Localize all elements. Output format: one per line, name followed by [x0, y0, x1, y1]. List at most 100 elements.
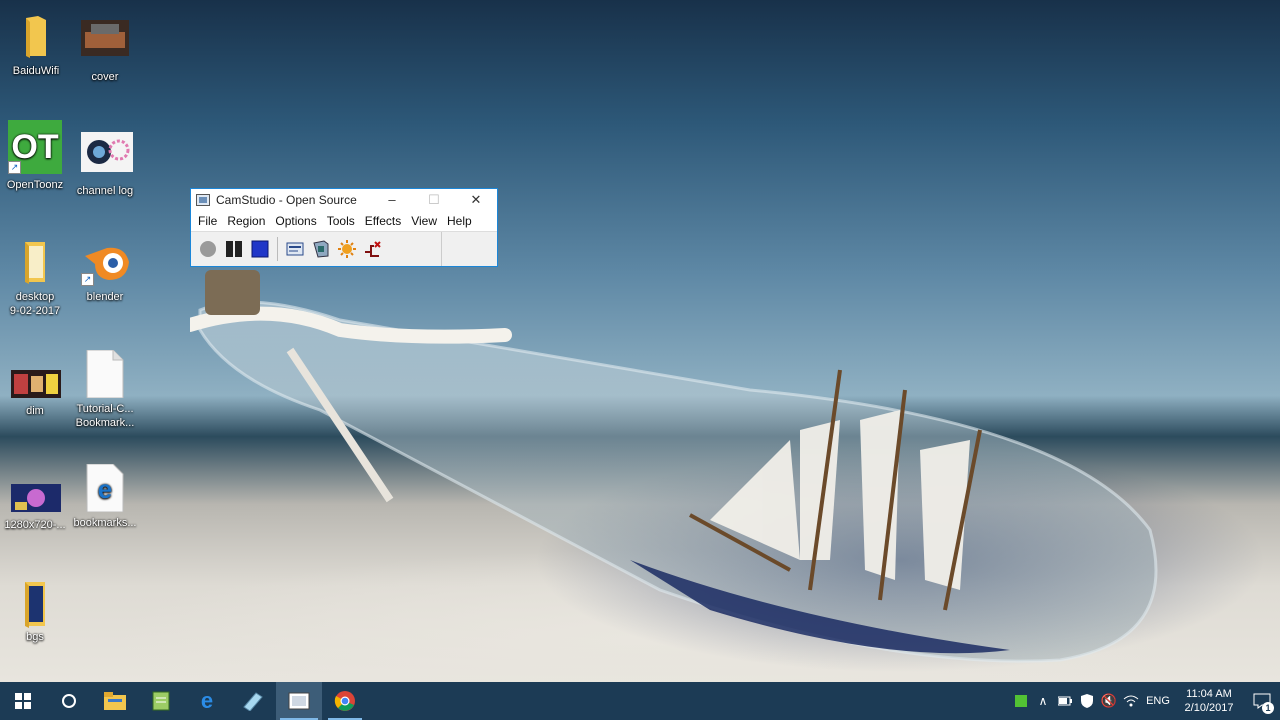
edge-browser-icon: e: [201, 690, 213, 712]
annotation-button[interactable]: [310, 238, 332, 260]
taskbar-file-explorer[interactable]: [92, 682, 138, 720]
opentoonz-icon: OT ↗: [8, 120, 62, 174]
menu-bar: File Region Options Tools Effects View H…: [191, 211, 497, 231]
image-thumbnail-icon: [81, 132, 133, 180]
desktop-icon-label: bgs: [26, 631, 44, 643]
taskbar-edge[interactable]: e: [184, 682, 230, 720]
taskbar-notepad[interactable]: [138, 682, 184, 720]
file-explorer-icon: [104, 692, 126, 710]
desktop-icon-channel-log[interactable]: channel log: [69, 132, 141, 198]
annotation-icon: [313, 240, 329, 258]
maximize-button[interactable]: ☐: [413, 189, 455, 211]
taskbar-chrome[interactable]: [322, 682, 368, 720]
menu-effects[interactable]: Effects: [360, 214, 406, 228]
taskbar: e ∧ 🔇 ENG 11:04 AM 2/10/2017 1: [0, 682, 1280, 720]
desktop-icon-dim[interactable]: dim: [0, 370, 71, 418]
menu-help[interactable]: Help: [442, 214, 477, 228]
chrome-icon: [334, 691, 355, 711]
desktop-icon-label: desktop 9-02-2017: [9, 291, 61, 317]
notification-count-badge: 1: [1262, 702, 1274, 714]
desktop-icon-label: channel log: [76, 185, 134, 197]
tray-network[interactable]: [1120, 682, 1142, 720]
desktop-icon-label: 1280x720-...: [4, 519, 66, 531]
tray-app-icon[interactable]: [1010, 682, 1032, 720]
region-select-button[interactable]: [284, 238, 306, 260]
image-thumbnail-icon: [81, 18, 129, 66]
menu-file[interactable]: File: [193, 214, 222, 228]
desktop-icon-bgs[interactable]: bgs: [0, 578, 71, 644]
blender-icon: ↗: [81, 238, 129, 286]
record-icon: [200, 241, 216, 257]
exit-icon: [365, 241, 381, 257]
toolbar-divider: [441, 232, 442, 266]
desktop-icon-blender[interactable]: ↗ blender: [69, 238, 141, 304]
windows-start-icon: [15, 693, 31, 709]
shortcut-arrow-icon: ↗: [81, 273, 94, 286]
desktop-icon-baiduwifi[interactable]: BaiduWifi: [0, 12, 72, 78]
shortcut-arrow-icon: ↗: [8, 161, 21, 174]
pause-icon: [226, 241, 242, 257]
language-indicator[interactable]: ENG: [1142, 682, 1174, 720]
menu-view[interactable]: View: [406, 214, 442, 228]
taskbar-camstudio[interactable]: [276, 682, 322, 720]
speaker-muted-icon: 🔇: [1100, 693, 1118, 708]
show-hidden-icons-button[interactable]: ∧: [1032, 682, 1054, 720]
cortana-search-button[interactable]: [46, 682, 92, 720]
battery-app-icon: [1015, 695, 1027, 707]
clock[interactable]: 11:04 AM 2/10/2017: [1178, 687, 1240, 715]
image-thumbnail-icon: [11, 370, 61, 400]
wifi-icon: [1123, 695, 1139, 707]
system-tray: ∧ 🔇 ENG 11:04 AM 2/10/2017 1: [1010, 682, 1280, 720]
tray-defender[interactable]: [1076, 682, 1098, 720]
folder-icon: [12, 12, 60, 60]
region-select-icon: [286, 242, 304, 256]
pause-button[interactable]: [223, 238, 245, 260]
menu-options[interactable]: Options: [270, 214, 321, 228]
folder-icon: [11, 238, 59, 286]
desktop-icon-label: BaiduWifi: [12, 65, 60, 77]
toolbar-separator: [277, 237, 278, 261]
clock-time: 11:04 AM: [1186, 688, 1232, 700]
camstudio-window[interactable]: CamStudio - Open Source – ☐ ✕ File Regio…: [190, 188, 498, 267]
cortana-search-icon: [62, 694, 76, 708]
window-title: CamStudio - Open Source: [216, 193, 357, 207]
desktop-icon-opentoonz[interactable]: OT ↗ OpenToonz: [0, 120, 71, 192]
toolbar: [191, 231, 497, 266]
svg-text:e: e: [98, 474, 112, 504]
bottle-ship-wallpaper-art: [190, 270, 1158, 663]
autopan-icon: [338, 240, 356, 258]
menu-tools[interactable]: Tools: [322, 214, 360, 228]
minimize-button[interactable]: –: [371, 189, 413, 211]
edge-file-icon: e: [81, 463, 129, 513]
menu-region[interactable]: Region: [222, 214, 270, 228]
notepad-plus-icon: [243, 692, 263, 711]
desktop-icon-label: OpenToonz: [6, 179, 64, 191]
record-button[interactable]: [197, 238, 219, 260]
start-button[interactable]: [0, 682, 46, 720]
desktop-icon-label: blender: [86, 291, 124, 303]
tray-volume[interactable]: 🔇: [1098, 682, 1120, 720]
taskbar-notepad-plus[interactable]: [230, 682, 276, 720]
stop-icon: [251, 240, 269, 258]
stop-button[interactable]: [249, 238, 271, 260]
desktop-icon-label: cover: [91, 71, 119, 83]
camstudio-icon: [288, 692, 310, 710]
svg-text:e: e: [201, 690, 213, 712]
autopan-button[interactable]: [336, 238, 358, 260]
close-button[interactable]: ✕: [455, 189, 497, 211]
tray-power[interactable]: [1054, 682, 1076, 720]
camstudio-app-icon: [196, 194, 210, 206]
exit-button[interactable]: [362, 238, 384, 260]
clock-date: 2/10/2017: [1184, 702, 1234, 714]
desktop-icon-bookmarks[interactable]: e bookmarks...: [69, 463, 141, 530]
desktop-icon-tutorial-bookmark[interactable]: Tutorial-C... Bookmark...: [69, 349, 141, 430]
title-bar[interactable]: CamStudio - Open Source – ☐ ✕: [191, 189, 497, 211]
desktop-icon-desktop-folder[interactable]: desktop 9-02-2017: [0, 238, 71, 318]
battery-icon: [1058, 696, 1072, 706]
desktop-icon-1280x720[interactable]: 1280x720-...: [0, 484, 71, 532]
chevron-up-icon: ∧: [1038, 694, 1048, 708]
desktop-icon-cover[interactable]: cover: [69, 18, 141, 84]
desktop-icon-label: bookmarks...: [73, 517, 137, 529]
action-center-button[interactable]: 1: [1244, 682, 1280, 720]
desktop-icon-label: dim: [26, 405, 44, 417]
